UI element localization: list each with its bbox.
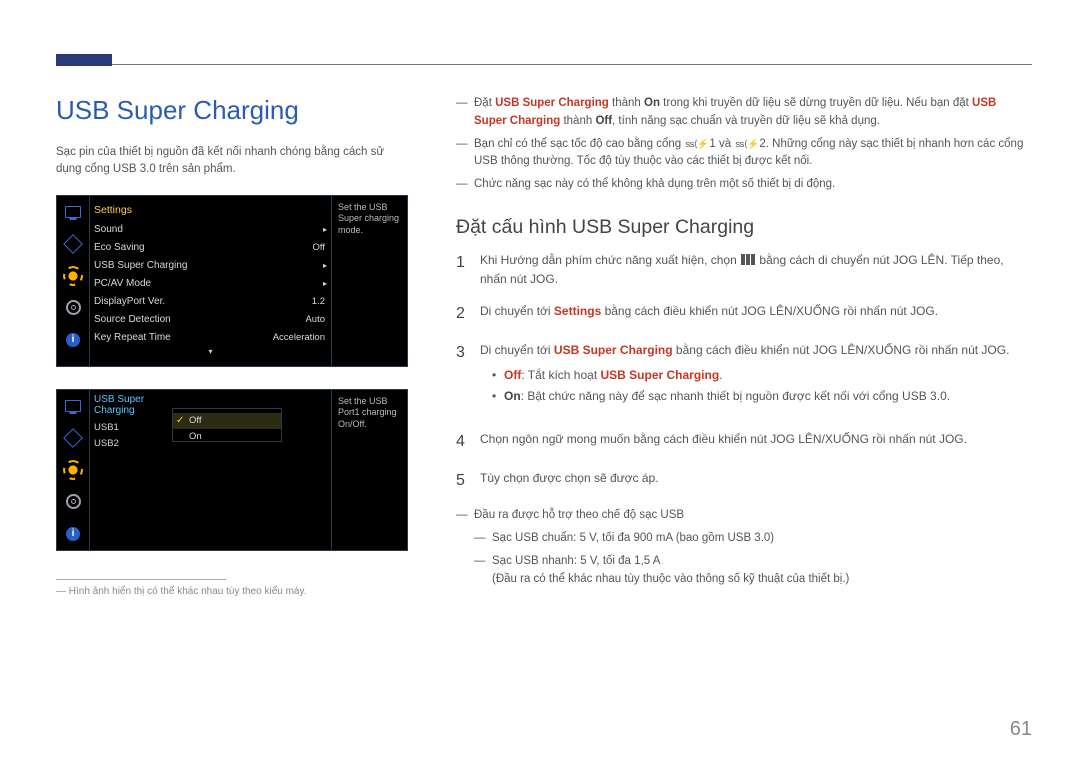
- check-icon: ✓: [176, 415, 184, 426]
- osd-option-label: On: [189, 431, 202, 442]
- step-number: 1: [456, 251, 480, 288]
- osd-settings-list: Settings Sound▸ Eco SavingOff USB Super …: [89, 196, 331, 366]
- osd-option-selected: ✓ Off: [173, 413, 281, 429]
- ss-port-icon: ss⟨⚡: [685, 138, 708, 153]
- step-number: 4: [456, 430, 480, 455]
- osd-row-label: Source Detection: [94, 314, 305, 325]
- page-number: 61: [1010, 718, 1032, 741]
- intro-text: Sạc pin của thiết bị nguồn đã kết nối nh…: [56, 144, 408, 179]
- diamond-icon: [57, 228, 89, 260]
- osd-help-text: Set the USB Super charging mode.: [331, 196, 407, 366]
- osd-row: Key Repeat TimeAcceleration: [90, 329, 331, 347]
- keyword: Off: [595, 115, 612, 127]
- gear-icon: [57, 292, 89, 324]
- step: 1 Khi Hướng dẫn phím chức năng xuất hiện…: [456, 251, 1032, 288]
- keyword: Off: [504, 368, 521, 382]
- note-line: ― Đặt USB Super Charging thành On trong …: [456, 95, 1032, 131]
- manual-page: USB Super Charging Sạc pin của thiết bị …: [0, 0, 1080, 763]
- right-column: ― Đặt USB Super Charging thành On trong …: [456, 95, 1032, 594]
- osd-nav-rail: i: [57, 196, 89, 366]
- osd-row-value: Auto: [305, 314, 327, 325]
- osd-row: PC/AV Mode▸: [90, 275, 331, 293]
- keyword: USB Super Charging: [600, 368, 719, 382]
- ss-port-icon: ss⟨⚡: [735, 138, 758, 153]
- chevron-right-icon: ▸: [323, 261, 327, 270]
- top-accent-block: [56, 54, 112, 66]
- chevron-down-icon: ▾: [90, 347, 331, 360]
- keyword: On: [504, 389, 521, 403]
- osd-row: Sound▸: [90, 221, 331, 239]
- osd-help-text: Set the USB Port1 charging On/Off.: [331, 390, 407, 550]
- osd-row-value: 1.2: [312, 296, 327, 307]
- osd-sub-item: USB1: [94, 420, 172, 436]
- osd-sub-list: USB Super Charging USB1 USB2: [90, 390, 172, 550]
- output-line: ― Sạc USB nhanh: 5 V, tối đa 1,5 A (Đầu …: [456, 553, 1032, 589]
- footnote-text: ― Hình ảnh hiển thị có thể khác nhau tùy…: [56, 586, 408, 597]
- output-lead: ― Đầu ra được hỗ trợ theo chế độ sạc USB: [456, 507, 1032, 525]
- footnote-rule: [56, 579, 226, 580]
- osd-sub-header: USB Super Charging: [94, 394, 172, 416]
- monitor-icon: [57, 196, 89, 228]
- info-icon: i: [57, 324, 89, 356]
- subsection-title: Đặt cấu hình USB Super Charging: [456, 216, 1032, 239]
- osd-usb-super-charging-screenshot: i USB Super Charging USB1 USB2 ✓ Off On S…: [56, 389, 408, 551]
- chevron-right-icon: ▸: [323, 225, 327, 234]
- bullet: •On: Bật chức năng này để sạc nhanh thiế…: [492, 387, 1032, 406]
- step: 5 Tùy chọn được chọn sẽ được áp.: [456, 469, 1032, 494]
- bullet: •Off: Tắt kích hoạt USB Super Charging.: [492, 366, 1032, 385]
- osd-row-label: USB Super Charging: [94, 260, 323, 271]
- osd-row-label: Eco Saving: [94, 242, 313, 253]
- keyword: Settings: [554, 304, 601, 318]
- osd-row: USB Super Charging▸: [90, 257, 331, 275]
- bullet-list: •Off: Tắt kích hoạt USB Super Charging. …: [480, 366, 1032, 406]
- gear-icon: [57, 486, 89, 518]
- osd-row-label: Key Repeat Time: [94, 332, 273, 343]
- top-rule: [56, 64, 1032, 65]
- osd-row: DisplayPort Ver.1.2: [90, 293, 331, 311]
- osd-row-label: PC/AV Mode: [94, 278, 323, 289]
- chevron-right-icon: ▸: [323, 279, 327, 288]
- step: 3 Di chuyển tới USB Super Charging bằng …: [456, 341, 1032, 416]
- osd-nav-rail: i: [57, 390, 89, 550]
- osd-option: On: [173, 429, 281, 445]
- step-number: 2: [456, 302, 480, 327]
- keyword: On: [644, 97, 660, 109]
- osd-row-value: Acceleration: [273, 332, 327, 343]
- note-line: ― Bạn chỉ có thể sạc tốc độ cao bằng cổn…: [456, 136, 1032, 172]
- osd-row-label: DisplayPort Ver.: [94, 296, 312, 307]
- monitor-icon: [57, 390, 89, 422]
- osd-sub-item: USB2: [94, 436, 172, 452]
- diamond-icon: [57, 422, 89, 454]
- note-line: ― Chức năng sạc này có thể không khả dụn…: [456, 176, 1032, 194]
- keyword: USB Super Charging: [495, 97, 609, 109]
- osd-option-label: Off: [189, 415, 202, 426]
- osd-row: Eco SavingOff: [90, 239, 331, 257]
- osd-row: Source DetectionAuto: [90, 311, 331, 329]
- osd-row-label: Sound: [94, 224, 323, 235]
- step-number: 3: [456, 341, 480, 416]
- jog-icon: [741, 254, 755, 265]
- osd-row-value: Off: [313, 242, 328, 253]
- output-line: ― Sạc USB chuẩn: 5 V, tối đa 900 mA (bao…: [456, 530, 1032, 548]
- keyword: USB Super Charging: [554, 343, 673, 357]
- osd-settings-screenshot: i Settings Sound▸ Eco SavingOff USB Supe…: [56, 195, 408, 367]
- left-column: USB Super Charging Sạc pin của thiết bị …: [56, 95, 408, 597]
- info-icon: i: [57, 518, 89, 550]
- sun-icon: [57, 454, 89, 486]
- step: 2 Di chuyển tới Settings bằng cách điều …: [456, 302, 1032, 327]
- step: 4 Chọn ngôn ngữ mong muốn bằng cách điều…: [456, 430, 1032, 455]
- step-number: 5: [456, 469, 480, 494]
- sun-icon: [57, 260, 89, 292]
- osd-header: Settings: [90, 202, 331, 221]
- section-title: USB Super Charging: [56, 95, 408, 126]
- osd-sub-options: ✓ Off On: [172, 408, 282, 442]
